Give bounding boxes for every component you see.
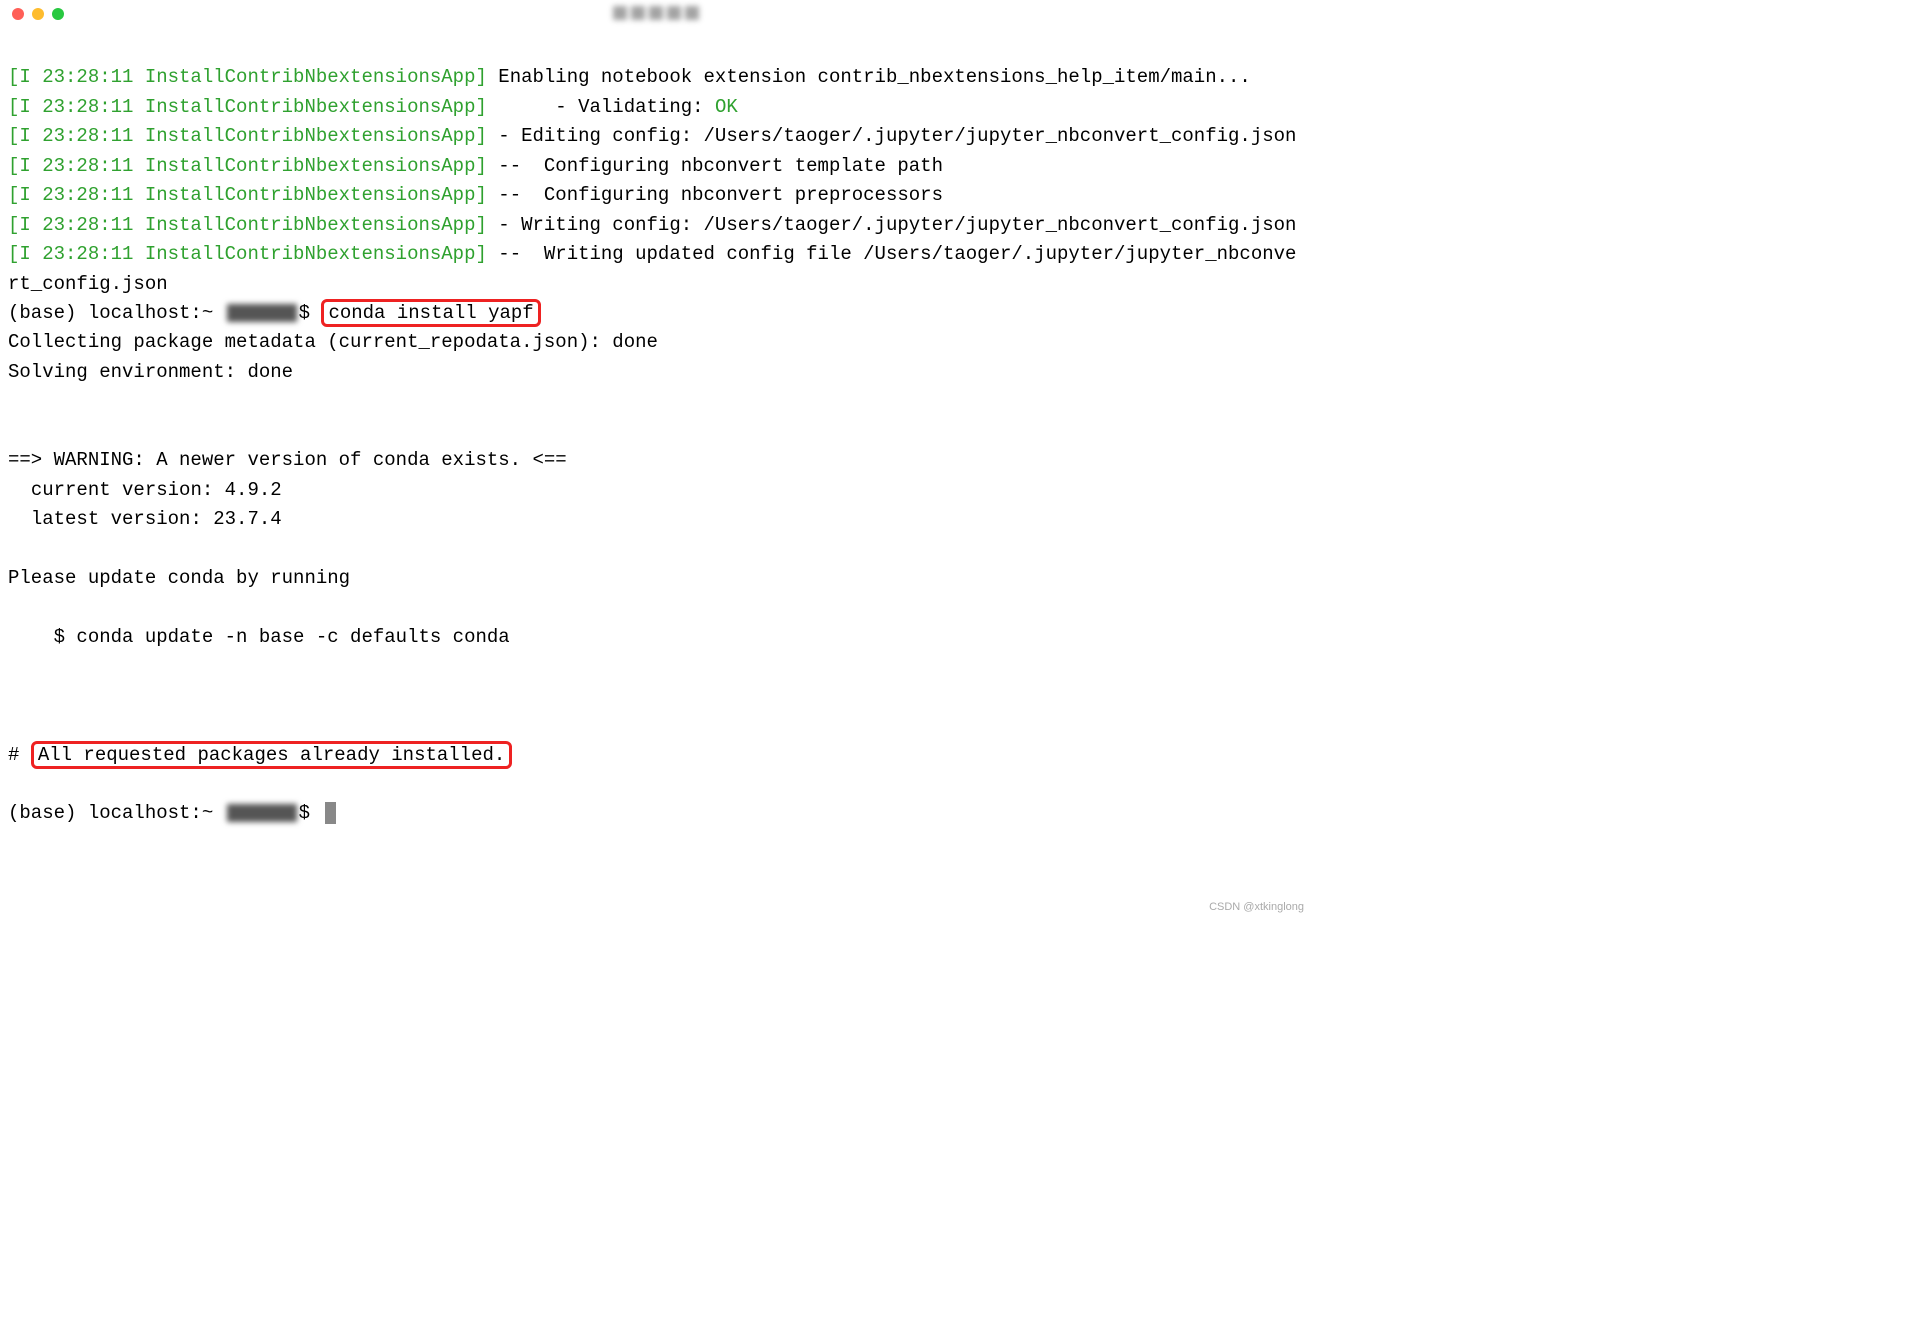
log-line-2: - Validating: xyxy=(487,96,715,118)
log-prefix: [I 23:28:11 InstallContribNbextensionsAp… xyxy=(8,243,487,265)
command-text: conda install yapf xyxy=(328,302,533,324)
installed-highlight: All requested packages already installed… xyxy=(31,741,512,769)
log-prefix: [I 23:28:11 InstallContribNbextensionsAp… xyxy=(8,66,487,88)
log-prefix: [I 23:28:11 InstallContribNbextensionsAp… xyxy=(8,96,487,118)
watermark: CSDN @xtkinglong xyxy=(1209,899,1304,916)
latest-version: latest version: 23.7.4 xyxy=(8,508,282,530)
terminal-cursor xyxy=(325,802,336,824)
prompt-dollar: $ xyxy=(299,302,322,324)
username-blurred xyxy=(227,804,297,822)
please-update: Please update conda by running xyxy=(8,567,350,589)
log-line-1: Enabling notebook extension contrib_nbex… xyxy=(487,66,1251,88)
window-controls xyxy=(12,8,64,20)
log-prefix: [I 23:28:11 InstallContribNbextensionsAp… xyxy=(8,184,487,206)
validating-ok: OK xyxy=(715,96,738,118)
close-window-button[interactable] xyxy=(12,8,24,20)
prompt-prefix: (base) localhost:~ xyxy=(8,802,225,824)
terminal-output[interactable]: [I 23:28:11 InstallContribNbextensionsAp… xyxy=(0,0,1312,837)
update-command: $ conda update -n base -c defaults conda xyxy=(8,626,510,648)
log-line-6: - Writing config: /Users/taoger/.jupyter… xyxy=(487,214,1297,236)
warning-header: ==> WARNING: A newer version of conda ex… xyxy=(8,449,567,471)
log-line-5: -- Configuring nbconvert preprocessors xyxy=(487,184,943,206)
maximize-window-button[interactable] xyxy=(52,8,64,20)
log-prefix: [I 23:28:11 InstallContribNbextensionsAp… xyxy=(8,125,487,147)
prompt-dollar: $ xyxy=(299,802,322,824)
minimize-window-button[interactable] xyxy=(32,8,44,20)
log-prefix: [I 23:28:11 InstallContribNbextensionsAp… xyxy=(8,214,487,236)
already-installed-text: All requested packages already installed… xyxy=(38,744,505,766)
hash-prefix: # xyxy=(8,744,31,766)
username-blurred xyxy=(227,304,297,322)
log-line-3: - Editing config: /Users/taoger/.jupyter… xyxy=(487,125,1297,147)
solving-line: Solving environment: done xyxy=(8,361,293,383)
collecting-line: Collecting package metadata (current_rep… xyxy=(8,331,658,353)
log-prefix: [I 23:28:11 InstallContribNbextensionsAp… xyxy=(8,155,487,177)
prompt-prefix: (base) localhost:~ xyxy=(8,302,225,324)
log-line-4: -- Configuring nbconvert template path xyxy=(487,155,943,177)
current-version: current version: 4.9.2 xyxy=(8,479,282,501)
command-highlight: conda install yapf xyxy=(321,299,540,327)
window-title-blurred xyxy=(613,6,699,20)
